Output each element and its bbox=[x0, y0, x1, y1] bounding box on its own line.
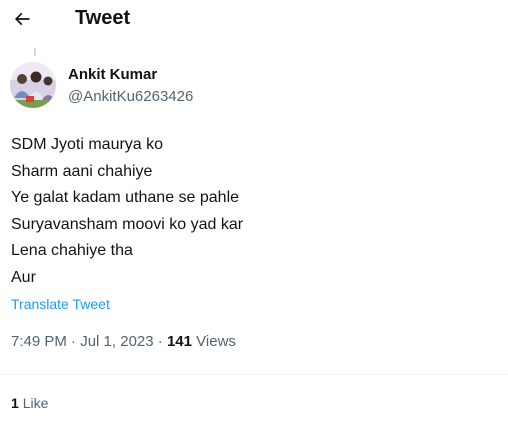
tweet-date[interactable]: Jul 1, 2023 bbox=[80, 333, 153, 350]
thread-line bbox=[34, 48, 36, 56]
tweet-line: Suryavansham moovi ko yad kar bbox=[11, 215, 244, 233]
header: Tweet bbox=[0, 0, 508, 38]
divider bbox=[0, 374, 508, 375]
likes-label: Like bbox=[22, 395, 49, 411]
views-label: Views bbox=[196, 333, 236, 350]
likes-stat[interactable]: 1 Like bbox=[11, 395, 48, 412]
tweet-line: SDM Jyoti maurya ko bbox=[11, 136, 164, 153]
author-handle[interactable]: @AnkitKu6263426 bbox=[68, 88, 193, 106]
tweet-line: Sharm aani chahiye bbox=[11, 162, 153, 180]
meta-separator: · bbox=[157, 333, 163, 350]
page-title: Tweet bbox=[75, 7, 131, 29]
tweet-line: Ye galat kadam uthane se pahle bbox=[11, 189, 240, 207]
tweet-line: Aur bbox=[11, 268, 36, 286]
tweet-line: Lena chahiye tha bbox=[11, 242, 133, 260]
tweet-text: SDM Jyoti maurya ko Sharm aani chahiye Y… bbox=[11, 132, 491, 292]
avatar[interactable] bbox=[10, 62, 56, 108]
translate-tweet-link[interactable]: Translate Tweet bbox=[11, 296, 110, 313]
tweet-time[interactable]: 7:49 PM bbox=[11, 333, 67, 350]
meta-separator: · bbox=[71, 333, 77, 350]
author-display-name[interactable]: Ankit Kumar bbox=[68, 66, 157, 84]
likes-count: 1 bbox=[11, 395, 19, 411]
tweet-page: Tweet Ankit Kumar @AnkitKu6263426 SDM Jy… bbox=[0, 0, 508, 428]
arrow-left-icon bbox=[14, 12, 30, 26]
back-button[interactable] bbox=[6, 3, 38, 35]
views-count: 141 bbox=[166, 333, 192, 350]
tweet-meta: 7:49 PM · Jul 1, 2023 · 141 Views bbox=[11, 333, 236, 351]
